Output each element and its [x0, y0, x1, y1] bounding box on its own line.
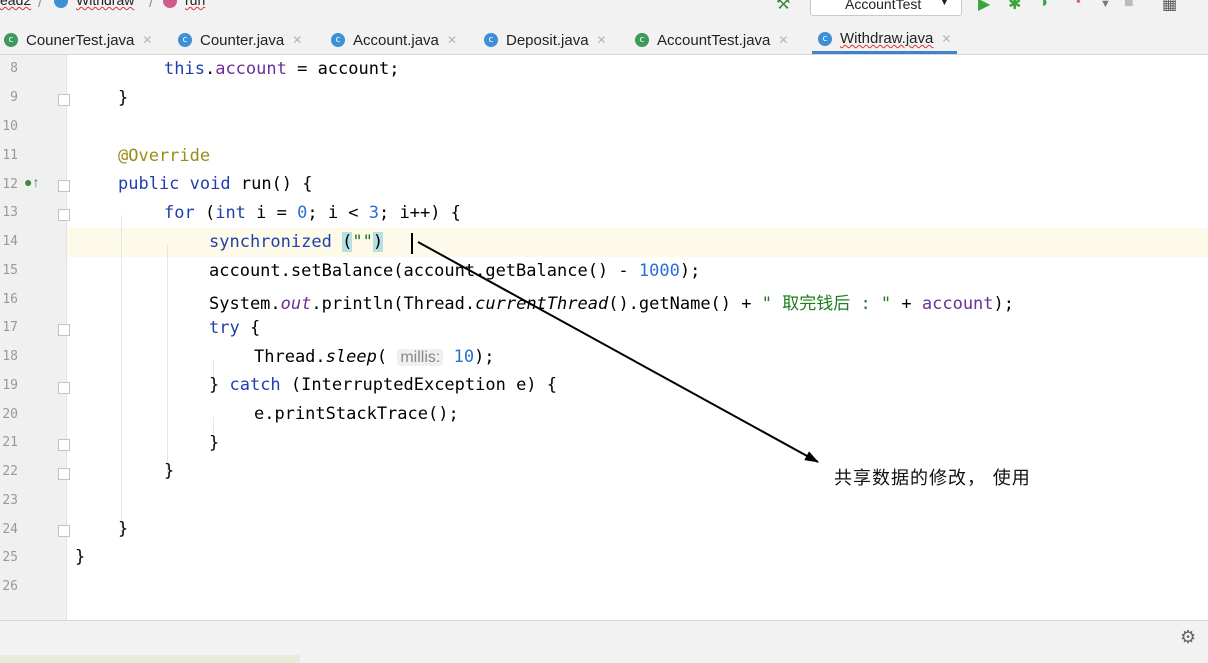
annotation-arrow [417, 241, 819, 463]
status-bar: ⚙ [0, 620, 1208, 663]
annotation-note: 共享数据的修改， 使用 [834, 468, 1031, 489]
gear-icon[interactable]: ⚙ [1180, 627, 1196, 648]
